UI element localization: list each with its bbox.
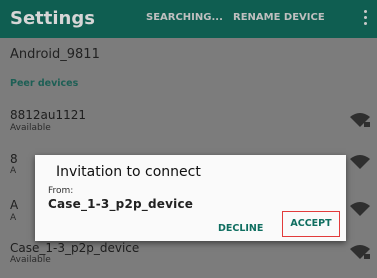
decline-button[interactable]: DECLINE <box>218 223 263 234</box>
peer-device-name[interactable]: 8 <box>10 152 18 166</box>
wifi-locked-icon <box>350 245 370 259</box>
accept-button[interactable]: ACCEPT <box>282 211 340 237</box>
rename-device-button[interactable]: RENAME DEVICE <box>233 12 325 23</box>
peer-device-name[interactable]: 8812au1121 <box>10 108 86 122</box>
wifi-locked-icon <box>350 202 370 216</box>
wifi-locked-icon <box>350 155 370 169</box>
dialog-from-device: Case_1-3_p2p_device <box>48 197 194 211</box>
peer-device-name[interactable]: Case_1-3_p2p_device <box>10 241 139 255</box>
peer-device-status: Available <box>10 123 51 133</box>
wifi-locked-icon <box>350 113 370 127</box>
peer-devices-header: Peer devices <box>10 78 79 89</box>
page-title: Settings <box>10 8 95 29</box>
peer-device-status: Available <box>10 255 51 265</box>
dialog-title: Invitation to connect <box>56 164 201 180</box>
app-bar: Settings SEARCHING... RENAME DEVICE <box>0 0 377 38</box>
dialog-from-label: From: <box>48 186 74 196</box>
device-name[interactable]: Android_9811 <box>10 47 100 62</box>
peer-device-status: A <box>10 213 17 223</box>
searching-button[interactable]: SEARCHING... <box>146 12 223 23</box>
invitation-dialog: Invitation to connect From: Case_1-3_p2p… <box>35 155 346 241</box>
more-vert-icon[interactable] <box>364 10 368 28</box>
peer-device-name[interactable]: A <box>10 198 18 212</box>
peer-device-status: A <box>10 166 17 176</box>
